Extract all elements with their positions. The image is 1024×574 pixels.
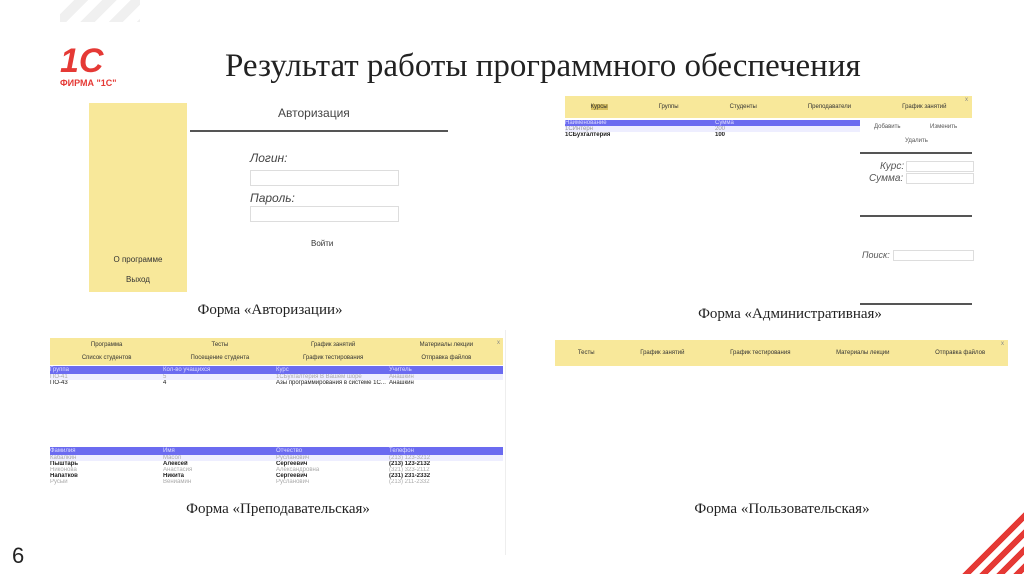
- search-label: Поиск:: [862, 250, 890, 260]
- edit-button[interactable]: Изменить: [930, 124, 957, 130]
- cell: Вениамин: [163, 479, 192, 485]
- login-label: Логин:: [250, 151, 288, 165]
- tab-courses[interactable]: Курсы: [590, 104, 608, 110]
- menu-schedule[interactable]: График занятий: [311, 342, 355, 348]
- col-surname: Фамилия: [50, 448, 76, 454]
- admin-divider-3: [860, 303, 972, 305]
- col-patronymic: Отчество: [276, 448, 303, 454]
- logo: 1С ФИРМА "1С": [60, 44, 130, 88]
- cell: Русый: [50, 479, 68, 485]
- tab-students[interactable]: Студенты: [730, 104, 757, 110]
- cell: Азы программирования в системе 1С...: [276, 380, 386, 386]
- course-label: Курс:: [880, 161, 905, 172]
- slide-title: Результат работы программного обеспечени…: [225, 48, 861, 84]
- sum-input[interactable]: [906, 173, 974, 184]
- close-icon[interactable]: x: [1001, 341, 1004, 347]
- admin-divider-2: [860, 215, 972, 217]
- password-label: Пароль:: [250, 191, 295, 205]
- divider: [505, 330, 506, 555]
- decor-stripes-top: [60, 0, 140, 22]
- user-menu: Тесты График занятий График тестирования…: [555, 340, 1008, 366]
- menu-about[interactable]: О программе: [89, 255, 187, 264]
- logo-subtitle: ФИРМА "1С": [60, 78, 117, 88]
- cell: ПО-43: [50, 380, 68, 386]
- menu-test-schedule[interactable]: График тестирования: [303, 355, 363, 361]
- menu-exit[interactable]: Выход: [89, 275, 187, 284]
- col-name: Имя: [163, 448, 175, 454]
- menu-tests[interactable]: Тесты: [578, 350, 595, 356]
- table-header: Фамилия Имя Отчество Телефон: [50, 447, 503, 455]
- menu-tests[interactable]: Тесты: [212, 342, 229, 348]
- teacher-menu: Программа Тесты График занятий Материалы…: [50, 338, 503, 365]
- cell: (213) 211-2332: [389, 479, 430, 485]
- page-number: 6: [12, 543, 25, 568]
- cell: Русланович: [276, 479, 310, 485]
- admin-caption: Форма «Административная»: [698, 306, 882, 322]
- menu-program[interactable]: Программа: [91, 342, 122, 348]
- password-input[interactable]: [250, 206, 399, 222]
- tab-teachers[interactable]: Преподаватели: [808, 104, 851, 110]
- menu-student-list[interactable]: Список студентов: [82, 355, 132, 361]
- course-input[interactable]: [906, 161, 974, 172]
- table-header: Группа Кол-во учащихся Курс Учитель: [50, 366, 503, 374]
- table-row[interactable]: 1СБухгалтерия 100: [565, 132, 860, 138]
- teacher-caption: Форма «Преподавательская»: [186, 501, 370, 517]
- delete-button[interactable]: Удалить: [905, 138, 928, 144]
- admin-divider: [860, 152, 972, 154]
- login-input[interactable]: [250, 170, 399, 186]
- col-course: Курс: [276, 367, 289, 373]
- table-row[interactable]: Русый Вениамин Русланович (213) 211-2332: [50, 479, 503, 485]
- col-teacher: Учитель: [389, 367, 412, 373]
- decor-stripes-bottom: [955, 505, 1024, 574]
- close-icon[interactable]: x: [497, 340, 500, 346]
- menu-materials[interactable]: Материалы лекции: [420, 342, 473, 348]
- auth-caption: Форма «Авторизации»: [197, 302, 343, 318]
- user-caption: Форма «Пользовательская»: [694, 501, 870, 517]
- tab-groups[interactable]: Группы: [659, 104, 679, 110]
- cell: 4: [163, 380, 167, 386]
- admin-table: Наименование Сумма 1СИнтерн 200 1СБухгалте…: [565, 120, 860, 138]
- col-phone: Телефон: [389, 448, 414, 454]
- col-count: Кол-во учащихся: [163, 367, 211, 373]
- menu-attendance[interactable]: Посещение студента: [191, 355, 250, 361]
- tab-schedule[interactable]: График занятий: [902, 104, 946, 110]
- students-table: Фамилия Имя Отчество Телефон Кабалкин Масол Р…: [50, 447, 503, 485]
- table-row[interactable]: ПО-43 4 Азы программирования в системе 1С.…: [50, 380, 503, 386]
- col-group: Группа: [50, 367, 70, 373]
- menu-materials[interactable]: Материалы лекции: [836, 350, 889, 356]
- search-input[interactable]: [893, 250, 974, 261]
- login-button[interactable]: Войти: [311, 239, 333, 248]
- sum-label: Сумма:: [869, 173, 904, 184]
- close-icon[interactable]: x: [965, 97, 968, 103]
- admin-tabs: Курсы Группы Студенты Преподаватели Граф…: [565, 96, 972, 118]
- auth-divider: [190, 130, 448, 132]
- menu-schedule[interactable]: График занятий: [640, 350, 684, 356]
- groups-table: Группа Кол-во учащихся Курс Учитель ПО-41 5 1…: [50, 366, 503, 386]
- auth-sidebar: О программе Выход: [89, 103, 187, 292]
- cell: 1СБухгалтерия: [565, 132, 611, 138]
- add-button[interactable]: Добавить: [874, 124, 901, 130]
- auth-title: Авторизация: [278, 106, 350, 120]
- cell: 100: [715, 132, 726, 138]
- menu-send-files[interactable]: Отправка файлов: [935, 350, 985, 356]
- logo-mark: 1С: [60, 42, 104, 80]
- cell: Анашкин: [389, 380, 414, 386]
- menu-test-schedule[interactable]: График тестирования: [730, 350, 790, 356]
- menu-send-files[interactable]: Отправка файлов: [421, 355, 471, 361]
